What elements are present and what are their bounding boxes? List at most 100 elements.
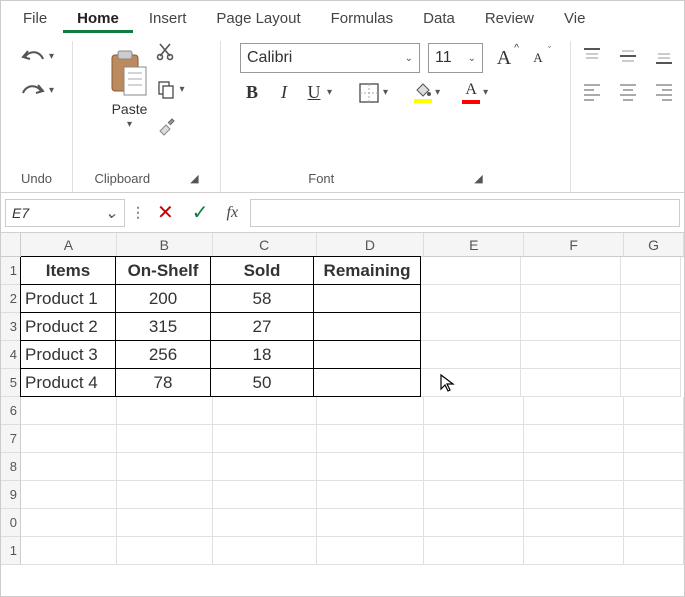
cell[interactable] — [421, 341, 521, 369]
cell[interactable] — [117, 397, 213, 425]
cell[interactable] — [624, 425, 684, 453]
cell[interactable] — [117, 537, 213, 565]
font-color-button[interactable]: A ▾ — [462, 81, 488, 104]
row-header[interactable]: 4 — [1, 341, 21, 369]
tab-formulas[interactable]: Formulas — [317, 4, 408, 33]
cell[interactable]: Items — [20, 256, 116, 285]
align-left-button[interactable] — [581, 80, 603, 105]
row-header[interactable]: 9 — [1, 481, 21, 509]
col-header-g[interactable]: G — [624, 233, 684, 257]
cell[interactable] — [313, 312, 421, 341]
cell[interactable]: 18 — [210, 340, 314, 369]
cell[interactable]: 78 — [115, 368, 211, 397]
chevron-down-icon[interactable]: ▾ — [435, 87, 440, 98]
font-size-combo[interactable]: 11 ⌄ — [428, 43, 483, 73]
col-header-c[interactable]: C — [213, 233, 317, 257]
tab-data[interactable]: Data — [409, 4, 469, 33]
chevron-down-icon[interactable]: ▾ — [483, 87, 488, 98]
cell[interactable] — [21, 481, 117, 509]
cell[interactable] — [424, 425, 524, 453]
cell[interactable] — [424, 397, 524, 425]
fill-color-button[interactable]: ▾ — [414, 82, 440, 103]
cell[interactable] — [313, 340, 421, 369]
select-all-corner[interactable] — [1, 233, 21, 257]
font-dialog-launcher[interactable]: ◢ — [474, 172, 482, 185]
formula-input[interactable] — [250, 199, 680, 227]
copy-button[interactable]: ▾ — [156, 79, 184, 99]
align-middle-button[interactable] — [617, 45, 639, 70]
col-header-b[interactable]: B — [117, 233, 213, 257]
cut-button[interactable] — [156, 41, 184, 61]
cell[interactable] — [421, 285, 521, 313]
chevron-down-icon[interactable]: ⌄ — [105, 203, 118, 223]
cell[interactable] — [21, 537, 117, 565]
cell[interactable]: Remaining — [313, 256, 421, 285]
chevron-down-icon[interactable]: ▾ — [179, 84, 184, 95]
cell[interactable]: 315 — [115, 312, 211, 341]
tab-page-layout[interactable]: Page Layout — [202, 4, 314, 33]
cell[interactable] — [621, 369, 681, 397]
row-header[interactable]: 7 — [1, 425, 21, 453]
cell[interactable]: Product 3 — [20, 340, 116, 369]
row-header[interactable]: 2 — [1, 285, 21, 313]
tab-home[interactable]: Home — [63, 4, 133, 33]
cell[interactable] — [21, 397, 117, 425]
cell[interactable]: Product 4 — [20, 368, 116, 397]
col-header-e[interactable]: E — [424, 233, 524, 257]
cell[interactable] — [624, 509, 684, 537]
cell[interactable] — [421, 257, 521, 285]
cell[interactable] — [621, 313, 681, 341]
cell[interactable] — [521, 257, 621, 285]
cancel-button[interactable]: ✕ — [151, 200, 180, 225]
cell[interactable] — [424, 453, 524, 481]
cell[interactable] — [317, 509, 425, 537]
cell[interactable]: 58 — [210, 284, 314, 313]
tab-insert[interactable]: Insert — [135, 4, 201, 33]
cell[interactable] — [521, 341, 621, 369]
cell[interactable] — [524, 425, 624, 453]
cell[interactable] — [213, 397, 317, 425]
name-box[interactable]: E7 ⌄ — [5, 199, 125, 227]
clipboard-dialog-launcher[interactable]: ◢ — [190, 172, 198, 185]
borders-button[interactable]: ▾ — [358, 82, 388, 104]
undo-button[interactable]: ▾ — [19, 45, 54, 67]
cell[interactable] — [117, 481, 213, 509]
row-header[interactable]: 0 — [1, 509, 21, 537]
row-header[interactable]: 1 — [1, 537, 21, 565]
cell[interactable] — [117, 453, 213, 481]
cell[interactable] — [421, 369, 521, 397]
cell[interactable] — [313, 368, 421, 397]
row-header[interactable]: 1 — [1, 257, 21, 285]
cell[interactable] — [21, 453, 117, 481]
accept-button[interactable]: ✓ — [186, 200, 215, 225]
chevron-down-icon[interactable]: ▾ — [127, 119, 132, 130]
cell[interactable] — [313, 284, 421, 313]
cell[interactable]: Product 2 — [20, 312, 116, 341]
cell[interactable] — [624, 453, 684, 481]
col-header-f[interactable]: F — [524, 233, 624, 257]
cell[interactable] — [621, 257, 681, 285]
cell[interactable] — [624, 481, 684, 509]
bold-button[interactable]: B — [240, 82, 264, 103]
cell[interactable]: 27 — [210, 312, 314, 341]
tab-file[interactable]: File — [9, 4, 61, 33]
cell[interactable] — [524, 481, 624, 509]
font-name-combo[interactable]: Calibri ⌄ — [240, 43, 420, 73]
cell[interactable]: On-Shelf — [115, 256, 211, 285]
cell[interactable] — [524, 453, 624, 481]
chevron-down-icon[interactable]: ▾ — [49, 51, 54, 62]
cell[interactable] — [424, 481, 524, 509]
cell[interactable] — [317, 537, 425, 565]
cell[interactable] — [317, 425, 425, 453]
tab-view[interactable]: Vie — [550, 4, 599, 33]
cell[interactable] — [21, 425, 117, 453]
cell[interactable] — [213, 453, 317, 481]
cell[interactable] — [624, 397, 684, 425]
cell[interactable] — [621, 285, 681, 313]
cell[interactable]: Sold — [210, 256, 314, 285]
col-header-a[interactable]: A — [21, 233, 117, 257]
cell[interactable] — [521, 285, 621, 313]
cell[interactable] — [317, 453, 425, 481]
cell[interactable]: 200 — [115, 284, 211, 313]
format-painter-button[interactable] — [156, 117, 184, 137]
